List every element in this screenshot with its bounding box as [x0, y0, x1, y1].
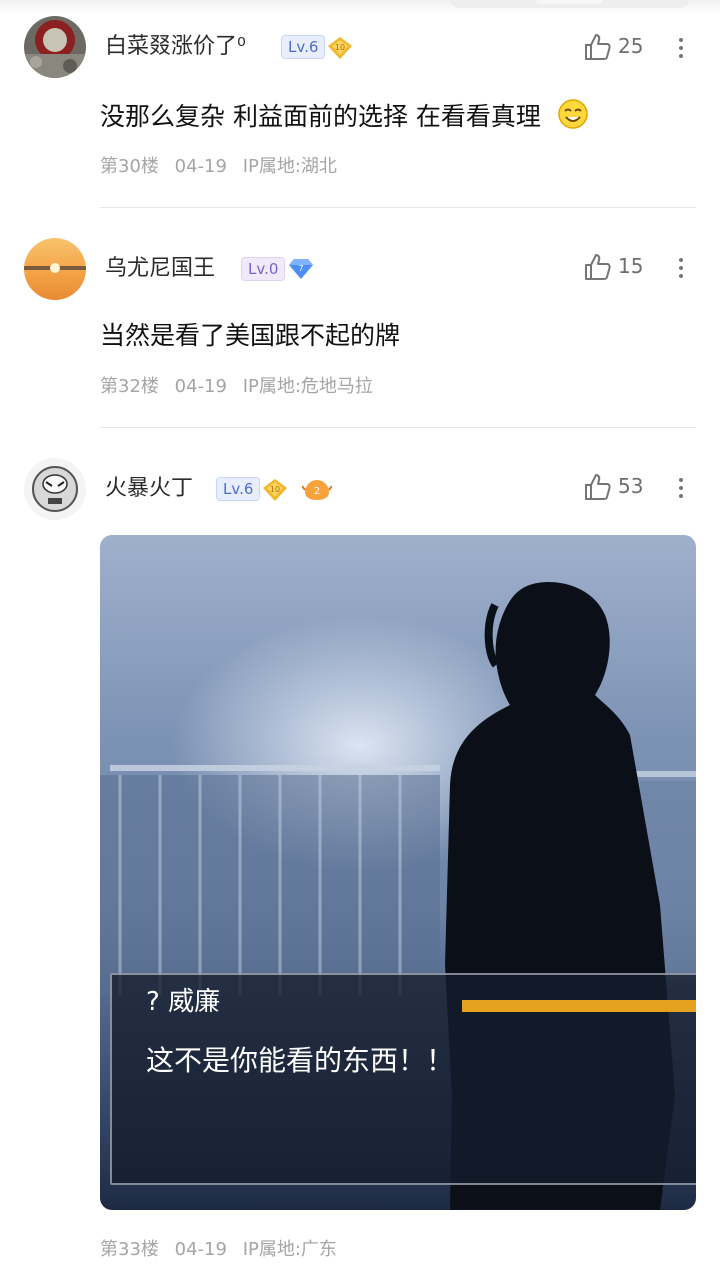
- comment-image[interactable]: ? 威廉 这不是你能看的东西！！: [100, 535, 696, 1210]
- dialog-accent-bar: [462, 1000, 696, 1012]
- like-button[interactable]: 53: [582, 472, 672, 506]
- level-badge: Lv.6: [216, 477, 261, 501]
- username[interactable]: 乌尤尼国王: [105, 254, 215, 284]
- comment-text: 当然是看了美国跟不起的牌: [100, 321, 401, 350]
- ip-location: IP属地:湖北: [242, 156, 337, 177]
- badge-number: 7: [298, 264, 303, 273]
- floor-number: 第32楼: [100, 376, 159, 397]
- level-badge: Lv.0: [241, 257, 286, 281]
- top-toolbar-pill[interactable]: [450, 0, 690, 8]
- thumbs-up-icon: [585, 34, 611, 60]
- comment-meta: 第30楼 04-19 IP属地:湖北: [100, 152, 347, 178]
- dialog-speaker: ? 威廉: [146, 987, 221, 1017]
- like-count: 15: [618, 254, 644, 278]
- dialog-text: 这不是你能看的东西！！: [146, 1044, 455, 1077]
- more-options-icon[interactable]: [676, 34, 686, 64]
- like-count: 25: [618, 34, 644, 58]
- more-options-icon[interactable]: [676, 474, 686, 504]
- floor-number: 第33楼: [100, 1239, 159, 1260]
- divider: [100, 207, 696, 208]
- comment-meta: 第33楼 04-19 IP属地:广东: [100, 1235, 347, 1261]
- ip-location: IP属地:广东: [242, 1239, 337, 1260]
- like-button[interactable]: 15: [582, 252, 672, 286]
- ip-location: IP属地:危地马拉: [242, 376, 373, 397]
- comment-date: 04-19: [174, 376, 227, 397]
- more-options-icon[interactable]: [676, 254, 686, 284]
- like-count: 53: [618, 474, 644, 498]
- badge-number: 10: [335, 43, 345, 52]
- comment-text: 没那么复杂 利益面前的选择 在看看真理: [100, 98, 589, 135]
- avatar[interactable]: [24, 458, 86, 520]
- like-button[interactable]: 25: [582, 32, 672, 66]
- comment-meta: 第32楼 04-19 IP属地:危地马拉: [100, 372, 383, 398]
- diamond-badge-icon: 7: [288, 257, 314, 281]
- gold-badge-icon: 10: [262, 478, 288, 502]
- divider: [100, 427, 696, 428]
- thumbs-up-icon: [585, 474, 611, 500]
- thumbs-up-icon: [585, 254, 611, 280]
- avatar[interactable]: [24, 16, 86, 78]
- comment-date: 04-19: [174, 1239, 227, 1260]
- fan-badge-icon: 2: [301, 476, 333, 500]
- username[interactable]: 白菜叕涨价了⁰: [105, 32, 246, 62]
- level-badge: Lv.6: [281, 35, 326, 59]
- top-toolbar-pill-inner: [534, 0, 604, 4]
- comment-text-content: 没那么复杂 利益面前的选择 在看看真理: [100, 102, 541, 131]
- comment-date: 04-19: [174, 156, 227, 177]
- extra-badge-number: 2: [314, 486, 320, 497]
- gold-badge-icon: 10: [327, 36, 353, 60]
- badge-number: 10: [270, 485, 280, 494]
- floor-number: 第30楼: [100, 156, 159, 177]
- username[interactable]: 火暴火丁: [105, 474, 193, 504]
- avatar[interactable]: [24, 238, 86, 300]
- smile-emoji-icon: [558, 99, 588, 129]
